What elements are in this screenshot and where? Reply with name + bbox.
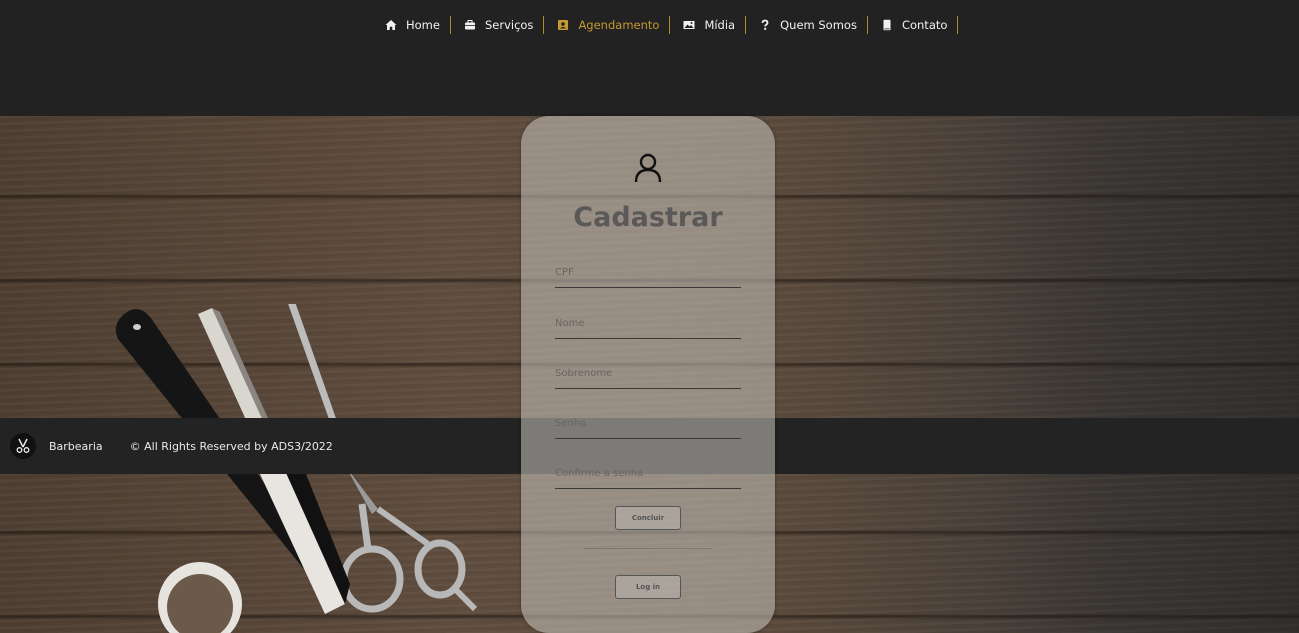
user-icon [633, 152, 663, 184]
footer-brand: Barbearia [49, 439, 103, 453]
senha-field [555, 409, 741, 439]
form-title: Cadastrar [573, 202, 723, 233]
nav-item-quem-somos[interactable]: Quem Somos [746, 16, 868, 34]
nav-item-servicos[interactable]: Serviços [451, 16, 545, 34]
main-nav: Home Serviços Agendamento Mídia Quem Som… [372, 15, 959, 35]
cpf-field [555, 258, 741, 288]
question-icon [758, 19, 772, 31]
nav-item-agendamento[interactable]: Agendamento [544, 16, 671, 34]
nav-label-servicos: Serviços [484, 18, 534, 32]
sobrenome-field [555, 359, 741, 389]
senha-input[interactable] [555, 409, 741, 438]
sobrenome-input[interactable] [555, 359, 741, 388]
nome-field [555, 309, 741, 339]
top-navbar: Home Serviços Agendamento Mídia Quem Som… [0, 0, 1299, 116]
form-divider [584, 548, 712, 549]
register-card: Cadastrar Concluir Log in [521, 116, 775, 633]
nav-label-midia: Mídia [704, 18, 736, 32]
confirmar-senha-input[interactable] [555, 459, 741, 488]
nav-label-home: Home [406, 18, 440, 32]
background-shade [979, 116, 1299, 633]
briefcase-icon [463, 19, 477, 31]
footer-copyright: © All Rights Reserved by ADS3/2022 [129, 439, 333, 453]
nav-item-midia[interactable]: Mídia [670, 16, 747, 34]
login-button[interactable]: Log in [615, 575, 681, 599]
nav-item-contato[interactable]: Contato [868, 16, 959, 34]
book-icon [880, 19, 894, 31]
nav-label-contato: Contato [901, 18, 948, 32]
cpf-input[interactable] [555, 258, 741, 287]
concluir-button[interactable]: Concluir [615, 506, 681, 530]
nav-item-home[interactable]: Home [372, 16, 451, 34]
nav-label-agendamento: Agendamento [578, 18, 660, 32]
image-icon [682, 19, 696, 31]
home-icon [384, 19, 398, 31]
nav-label-quem-somos: Quem Somos [780, 18, 857, 32]
contact-card-icon [556, 19, 570, 31]
confirmar-senha-field [555, 459, 741, 489]
scissors-logo-icon [10, 433, 36, 459]
nome-input[interactable] [555, 309, 741, 338]
